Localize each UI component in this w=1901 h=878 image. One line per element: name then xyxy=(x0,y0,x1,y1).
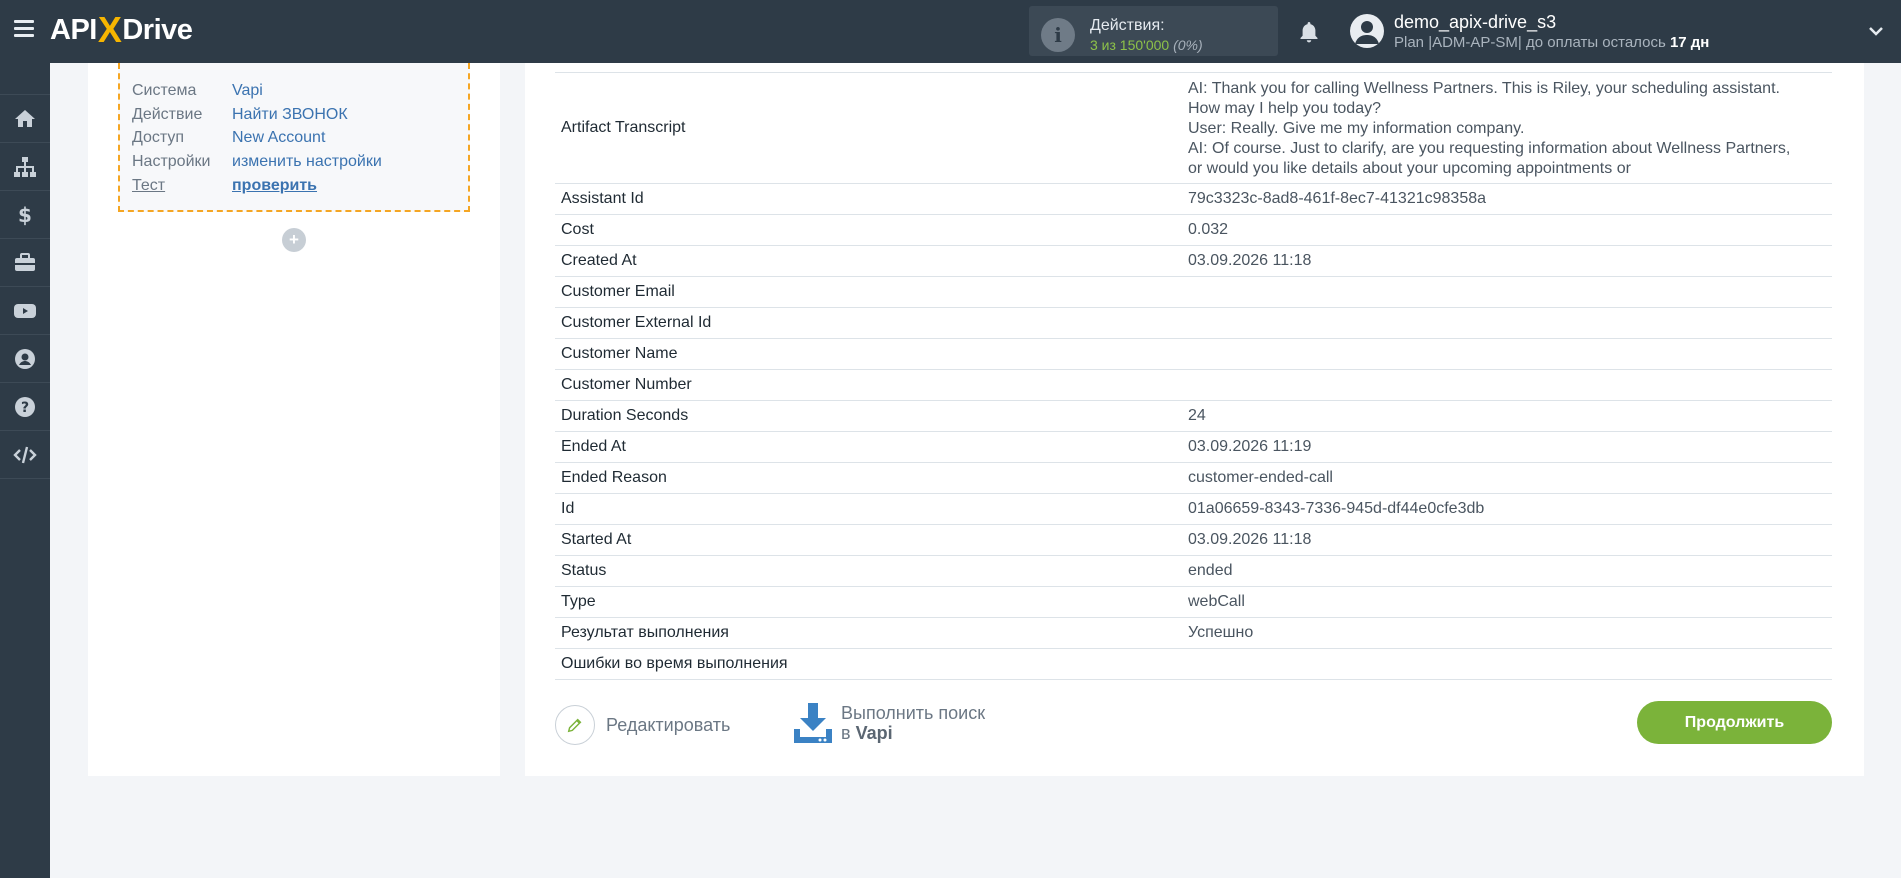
dollar-icon[interactable]: $ xyxy=(0,191,50,239)
field-name: Duration Seconds xyxy=(561,407,689,424)
table-row: Ended Reason customer-ended-call xyxy=(555,463,1832,494)
summary-row-test: Тест проверить xyxy=(132,177,318,194)
table-row: Type webCall xyxy=(555,587,1832,618)
table-row: Результат выполнения Успешно xyxy=(555,618,1832,649)
field-value: 03.09.2026 11:18 xyxy=(1188,531,1312,548)
table-row: Ended At 03.09.2026 11:19 xyxy=(555,432,1832,463)
plan-info: Plan |ADM-AP-SM| до оплаты осталось 17 д… xyxy=(1394,34,1710,51)
table-row: Customer External Id xyxy=(555,308,1832,339)
field-value: 03.09.2026 11:19 xyxy=(1188,438,1312,455)
continue-button[interactable]: Продолжить xyxy=(1637,701,1832,744)
field-value: customer-ended-call xyxy=(1188,469,1333,486)
field-name: Cost xyxy=(561,221,594,238)
field-name: Status xyxy=(561,562,607,579)
top-bar: API X Drive i Действия: 3 из 150'000 (0%) … xyxy=(0,0,1901,63)
search-label: Выполнить поиск в Vapi xyxy=(841,703,986,743)
field-name: Id xyxy=(561,500,575,517)
actions-counter[interactable]: i Действия: 3 из 150'000 (0%) xyxy=(1029,6,1278,56)
table-row: Cost 0.032 xyxy=(555,215,1832,246)
table-row: Ошибки во время выполнения xyxy=(555,649,1832,680)
actions-value: 3 из 150'000 (0%) xyxy=(1090,37,1203,53)
run-search-button[interactable]: Выполнить поиск в Vapi xyxy=(793,700,985,746)
bell-icon[interactable] xyxy=(1297,20,1321,44)
summary-row-system: Система Vapi xyxy=(132,82,263,99)
table-row: Status ended xyxy=(555,556,1832,587)
action-link[interactable]: Найти ЗВОНОК xyxy=(232,106,348,123)
add-step-button[interactable]: + xyxy=(282,228,306,252)
table-row: Artifact Transcript AI: Thank you for ca… xyxy=(555,73,1832,184)
field-name: Customer Number xyxy=(561,376,692,393)
sidebar: $ ? xyxy=(0,63,50,878)
actions-label: Действия: xyxy=(1090,17,1165,34)
test-link[interactable]: проверить xyxy=(232,177,317,194)
field-name: Customer Name xyxy=(561,345,678,362)
field-name: Customer External Id xyxy=(561,314,712,331)
table-row: Id 01a06659-8343-7336-945d-df44e0cfe3db xyxy=(555,494,1832,525)
summary-row-settings: Настройки изменить настройки xyxy=(132,153,382,170)
table-row: Customer Number xyxy=(555,370,1832,401)
field-value: ended xyxy=(1188,562,1233,579)
edit-button[interactable]: Редактировать xyxy=(555,703,730,747)
home-icon[interactable] xyxy=(0,94,50,143)
menu-icon[interactable] xyxy=(14,20,34,38)
field-value: AI: Thank you for calling Wellness Partn… xyxy=(1188,80,1791,177)
code-icon[interactable] xyxy=(0,431,50,479)
field-value: Успешно xyxy=(1188,624,1254,641)
field-value: 79c3323c-8ad8-461f-8ec7-41321c98358a xyxy=(1188,190,1487,207)
main-panel: Artifact Transcript AI: Thank you for ca… xyxy=(525,63,1864,776)
download-icon xyxy=(794,703,832,743)
field-name: Ошибки во время выполнения xyxy=(561,655,788,672)
field-name: Ended At xyxy=(561,438,626,455)
user-circle-icon[interactable] xyxy=(0,335,50,383)
pencil-icon xyxy=(555,705,595,745)
logo[interactable]: API X Drive xyxy=(50,9,193,50)
table-row: Started At 03.09.2026 11:18 xyxy=(555,525,1832,556)
settings-link[interactable]: изменить настройки xyxy=(232,153,382,170)
table-row: Assistant Id 79c3323c-8ad8-461f-8ec7-4132… xyxy=(555,184,1832,215)
field-value: 01a06659-8343-7336-945d-df44e0cfe3db xyxy=(1188,500,1485,517)
summary-row-access: Доступ New Account xyxy=(132,129,326,146)
table-row: Created At 03.09.2026 11:18 xyxy=(555,246,1832,277)
username[interactable]: demo_apix-drive_s3 xyxy=(1394,12,1556,33)
field-name: Started At xyxy=(561,531,632,548)
field-name: Type xyxy=(561,593,596,610)
svg-text:?: ? xyxy=(21,400,29,416)
field-value: 03.09.2026 11:18 xyxy=(1188,252,1312,269)
briefcase-icon[interactable] xyxy=(0,239,50,287)
field-name: Customer Email xyxy=(561,283,675,300)
sitemap-icon[interactable] xyxy=(0,143,50,191)
field-name: Результат выполнения xyxy=(561,624,729,641)
avatar[interactable] xyxy=(1350,14,1384,48)
field-name: Assistant Id xyxy=(561,190,644,207)
field-value: 24 xyxy=(1188,407,1206,424)
table-row: Duration Seconds 24 xyxy=(555,401,1832,432)
info-icon: i xyxy=(1041,18,1075,52)
svg-text:$: $ xyxy=(18,203,32,227)
field-name: Artifact Transcript xyxy=(561,119,686,136)
access-link[interactable]: New Account xyxy=(232,129,325,146)
field-name: Created At xyxy=(561,252,637,269)
result-table: Artifact Transcript AI: Thank you for ca… xyxy=(555,72,1832,680)
left-panel: Система Vapi Действие Найти ЗВОНОК Доступ N… xyxy=(88,63,500,776)
table-row: Customer Email xyxy=(555,277,1832,308)
edit-label: Редактировать xyxy=(606,714,731,735)
field-value: webCall xyxy=(1188,593,1245,610)
youtube-icon[interactable] xyxy=(0,287,50,335)
chevron-down-icon[interactable] xyxy=(1867,22,1885,40)
connection-summary: Система Vapi Действие Найти ЗВОНОК Доступ N… xyxy=(118,63,470,212)
table-row: Customer Name xyxy=(555,339,1832,370)
field-name: Ended Reason xyxy=(561,469,667,486)
system-link[interactable]: Vapi xyxy=(232,82,263,99)
field-value: 0.032 xyxy=(1188,221,1229,238)
summary-row-action: Действие Найти ЗВОНОК xyxy=(132,106,348,123)
help-icon[interactable]: ? xyxy=(0,383,50,431)
